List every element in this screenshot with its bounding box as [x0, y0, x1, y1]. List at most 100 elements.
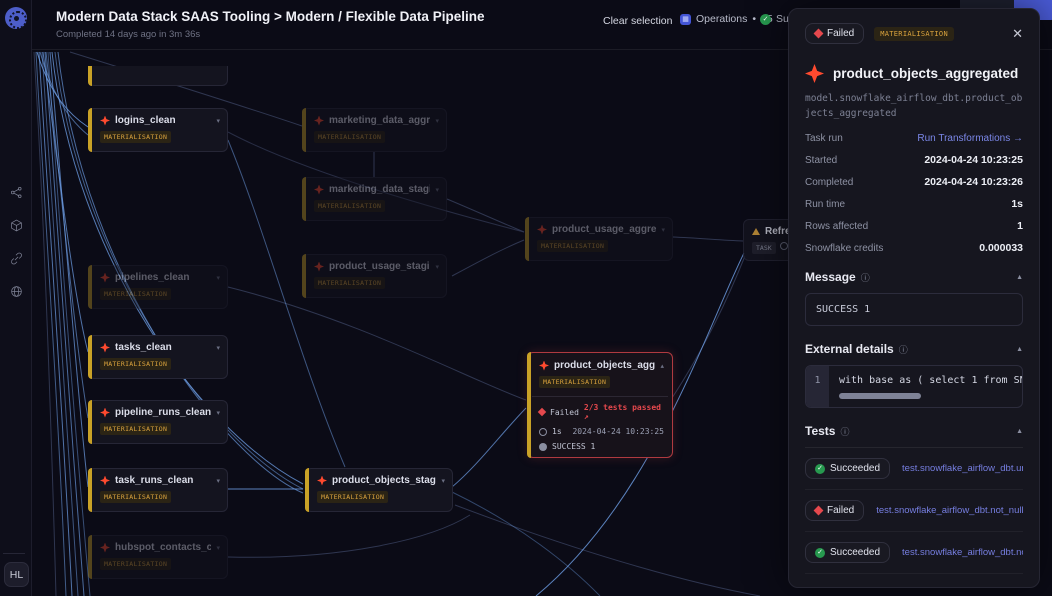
test-status-label: Succeeded [830, 463, 880, 474]
success-check-icon: ✓ [760, 14, 771, 25]
info-icon: ⓘ [840, 425, 849, 438]
node-label: hubspot_contacts_clean [115, 542, 211, 553]
page-title: Modern Data Stack SAAS Tooling > Modern … [56, 9, 484, 24]
globe-icon[interactable] [10, 285, 23, 298]
dbt-icon [314, 185, 324, 195]
chevron-down-icon[interactable]: ▾ [216, 117, 220, 125]
node-type-badge: MATERIALISATION [100, 491, 171, 503]
materialisation-badge: MATERIALISATION [874, 27, 954, 41]
chevron-down-icon[interactable]: ▾ [216, 274, 220, 282]
node-logins-clean[interactable]: logins_clean ▾ MATERIALISATION [88, 108, 228, 152]
failed-diamond-icon [814, 506, 824, 516]
test-link[interactable]: test.snowflake_airflow_dbt.unique_pro [902, 463, 1023, 474]
section-title: Message [805, 270, 856, 284]
node-product-objects-aggregated-selected[interactable]: product_objects_aggregated▴ MATERIALISAT… [527, 352, 673, 458]
node-pipelines-clean[interactable]: pipelines_clean▾ MATERIALISATION [88, 265, 228, 309]
detail-row: Snowflake credits 0.000033 [805, 242, 1023, 254]
node-product-usage-staging[interactable]: product_usage_staging▾ MATERIALISATION [302, 254, 447, 298]
avatar[interactable]: HL [4, 562, 29, 587]
dbt-icon [100, 343, 110, 353]
node-product-objects-staging[interactable]: product_objects_staging ▾ MATERIALISATION [305, 468, 453, 512]
chevron-down-icon[interactable]: ▾ [216, 477, 220, 485]
successful-filter[interactable]: ✓ Su [760, 13, 789, 25]
run-status-subtitle: Completed 14 days ago in 3m 36s [56, 29, 200, 40]
tests-summary-link[interactable]: 2/3 tests passed ↗ [584, 403, 664, 421]
section-title: Tests [805, 424, 835, 438]
test-row: ✓Succeeded test.snowflake_airflow_dbt.no… [805, 532, 1023, 574]
test-status-label: Failed [827, 505, 854, 516]
chevron-down-icon[interactable]: ▾ [435, 186, 439, 194]
detail-value: 2024-04-24 10:23:26 [924, 176, 1023, 188]
collapse-icon[interactable]: ▲ [1016, 346, 1023, 353]
details-panel: Failed MATERIALISATION ✕ product_objects… [788, 8, 1040, 588]
chevron-down-icon[interactable]: ▾ [216, 344, 220, 352]
node-type-badge: MATERIALISATION [100, 131, 171, 143]
tests-section-heading: Tests ⓘ ▲ [805, 424, 1023, 438]
dbt-icon [100, 543, 110, 553]
detail-label: Snowflake credits [805, 243, 883, 254]
node-hubspot-contacts-clean[interactable]: hubspot_contacts_clean▾ MATERIALISATION [88, 535, 228, 579]
detail-row: Completed 2024-04-24 10:23:26 [805, 176, 1023, 188]
detail-row: Started2024-04-24 10:23:25 [805, 154, 1023, 166]
node-status: Failed [550, 408, 579, 417]
succeeded-check-icon: ✓ [815, 464, 825, 474]
detail-value: 1s [1011, 198, 1023, 210]
node-type-badge: MATERIALISATION [317, 491, 388, 503]
chevron-up-icon[interactable]: ▴ [660, 362, 664, 370]
clear-selection-button[interactable]: Clear selection [603, 15, 672, 27]
dbt-icon [100, 408, 110, 418]
test-link[interactable]: test.snowflake_airflow_dbt.not_null_pr [902, 547, 1023, 558]
cube-icon[interactable] [10, 219, 23, 232]
test-row: Failed test.snowflake_airflow_dbt.not_nu… [805, 490, 1023, 532]
panel-title: product_objects_aggregated [833, 66, 1018, 81]
link-icon[interactable] [10, 252, 23, 265]
operations-dot: • [752, 13, 756, 25]
chevron-down-icon[interactable]: ▾ [441, 477, 445, 485]
node-label: logins_clean [115, 115, 211, 126]
app-logo-icon[interactable] [5, 7, 27, 29]
node-type-badge: MATERIALISATION [314, 277, 385, 289]
close-icon[interactable]: ✕ [1012, 26, 1023, 42]
chevron-down-icon[interactable]: ▾ [216, 544, 220, 552]
node-pipeline-runs-clean[interactable]: pipeline_runs_clean▾ MATERIALISATION [88, 400, 228, 444]
info-icon: ⓘ [899, 343, 908, 356]
node-task-runs-clean[interactable]: task_runs_clean▾ MATERIALISATION [88, 468, 228, 512]
dbt-icon [317, 476, 327, 486]
node-card-partial[interactable] [88, 66, 228, 86]
chevron-down-icon[interactable]: ▾ [435, 263, 439, 271]
line-number: 1 [806, 366, 829, 407]
operations-filter[interactable]: ▦ Operations • 35 [680, 13, 773, 25]
details-list: Task runRun Transformations → Started202… [805, 133, 1023, 254]
collapse-icon[interactable]: ▲ [1016, 428, 1023, 435]
detail-label: Completed [805, 177, 853, 188]
node-label: product_objects_staging [332, 475, 436, 486]
chevron-down-icon[interactable]: ▾ [435, 117, 439, 125]
node-marketing-data-aggregated[interactable]: marketing_data_aggregated▾ MATERIALISATI… [302, 108, 447, 152]
node-type-badge: MATERIALISATION [100, 358, 171, 370]
run-transformations-link[interactable]: Run Transformations → [917, 133, 1023, 144]
successful-label-partial: Su [776, 13, 789, 25]
chevron-down-icon[interactable]: ▾ [216, 409, 220, 417]
sidebar: HL [0, 0, 32, 596]
test-link[interactable]: test.snowflake_airflow_dbt.not_null_pr [876, 505, 1023, 516]
detail-label: Started [805, 155, 837, 166]
external-details-heading: External details ⓘ ▲ [805, 342, 1023, 356]
chevron-down-icon[interactable]: ▾ [661, 226, 665, 234]
dbt-icon [805, 64, 824, 83]
dbt-icon [314, 262, 324, 272]
operations-label: Operations [696, 13, 747, 25]
pipeline-graph-icon[interactable] [10, 186, 23, 199]
node-label: product_usage_aggregated [552, 224, 656, 235]
node-product-usage-aggregated[interactable]: product_usage_aggregated▾ MATERIALISATIO… [525, 217, 673, 261]
node-timestamp: 2024-04-24 10:23:25 [572, 427, 664, 436]
node-tasks-clean[interactable]: tasks_clean▾ MATERIALISATION [88, 335, 228, 379]
collapse-icon[interactable]: ▲ [1016, 274, 1023, 281]
message-section-heading: Message ⓘ ▲ [805, 270, 1023, 284]
node-type-badge: MATERIALISATION [314, 131, 385, 143]
horizontal-scrollbar[interactable] [839, 393, 921, 399]
gear-icon [539, 443, 547, 451]
succeeded-check-icon: ✓ [815, 548, 825, 558]
test-status-badge: ✓ Succeeded [805, 458, 890, 479]
node-marketing-data-staging[interactable]: marketing_data_staging▾ MATERIALISATION [302, 177, 447, 221]
detail-value: 0.000033 [979, 242, 1023, 254]
